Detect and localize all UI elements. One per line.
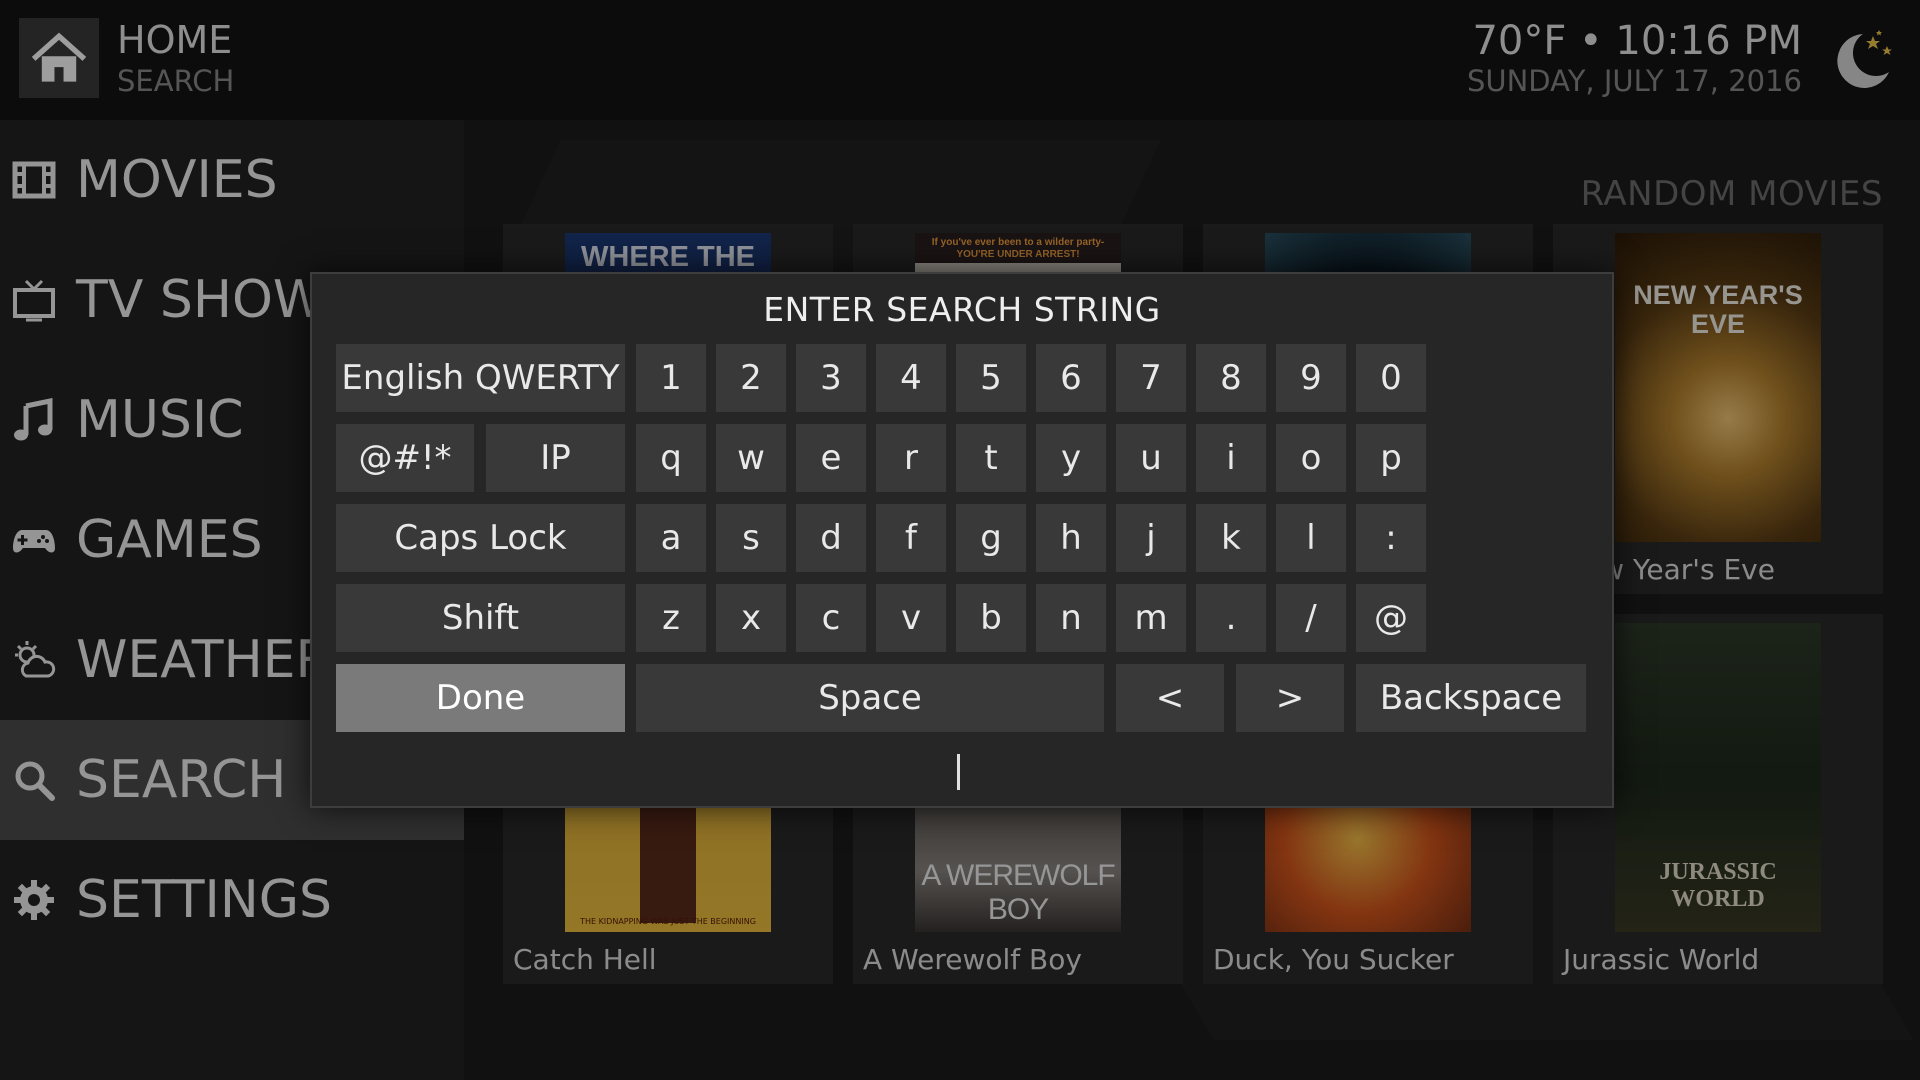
key-d[interactable]: d: [796, 504, 866, 572]
key-o[interactable]: o: [1276, 424, 1346, 492]
key-4[interactable]: 4: [876, 344, 946, 412]
key-l[interactable]: l: [1276, 504, 1346, 572]
backspace-button[interactable]: Backspace: [1356, 664, 1586, 732]
key-9[interactable]: 9: [1276, 344, 1346, 412]
key-z[interactable]: z: [636, 584, 706, 652]
key-1[interactable]: 1: [636, 344, 706, 412]
key-h[interactable]: h: [1036, 504, 1106, 572]
key-a[interactable]: a: [636, 504, 706, 572]
key-0[interactable]: 0: [1356, 344, 1426, 412]
key-i[interactable]: i: [1196, 424, 1266, 492]
key-g[interactable]: g: [956, 504, 1026, 572]
text-cursor: [957, 754, 960, 790]
key-e[interactable]: e: [796, 424, 866, 492]
key-47[interactable]: /: [1276, 584, 1346, 652]
key-64[interactable]: @: [1356, 584, 1426, 652]
key-58[interactable]: :: [1356, 504, 1426, 572]
keyboard-layout-button[interactable]: English QWERTY: [336, 344, 625, 412]
key-j[interactable]: j: [1116, 504, 1186, 572]
key-46[interactable]: .: [1196, 584, 1266, 652]
key-7[interactable]: 7: [1116, 344, 1186, 412]
symbols-button[interactable]: @#!*: [336, 424, 474, 492]
cursor-left-button[interactable]: <: [1116, 664, 1224, 732]
caps-lock-button[interactable]: Caps Lock: [336, 504, 625, 572]
key-u[interactable]: u: [1116, 424, 1186, 492]
key-6[interactable]: 6: [1036, 344, 1106, 412]
done-button[interactable]: Done: [336, 664, 625, 732]
key-5[interactable]: 5: [956, 344, 1026, 412]
key-q[interactable]: q: [636, 424, 706, 492]
key-f[interactable]: f: [876, 504, 946, 572]
key-s[interactable]: s: [716, 504, 786, 572]
key-w[interactable]: w: [716, 424, 786, 492]
key-k[interactable]: k: [1196, 504, 1266, 572]
cursor-right-button[interactable]: >: [1236, 664, 1344, 732]
key-8[interactable]: 8: [1196, 344, 1266, 412]
key-p[interactable]: p: [1356, 424, 1426, 492]
key-3[interactable]: 3: [796, 344, 866, 412]
dialog-title: ENTER SEARCH STRING: [763, 290, 1161, 329]
key-2[interactable]: 2: [716, 344, 786, 412]
space-button[interactable]: Space: [636, 664, 1104, 732]
key-x[interactable]: x: [716, 584, 786, 652]
key-b[interactable]: b: [956, 584, 1026, 652]
key-m[interactable]: m: [1116, 584, 1186, 652]
shift-button[interactable]: Shift: [336, 584, 625, 652]
key-n[interactable]: n: [1036, 584, 1106, 652]
key-c[interactable]: c: [796, 584, 866, 652]
ip-button[interactable]: IP: [486, 424, 625, 492]
key-r[interactable]: r: [876, 424, 946, 492]
key-t[interactable]: t: [956, 424, 1026, 492]
key-y[interactable]: y: [1036, 424, 1106, 492]
key-v[interactable]: v: [876, 584, 946, 652]
